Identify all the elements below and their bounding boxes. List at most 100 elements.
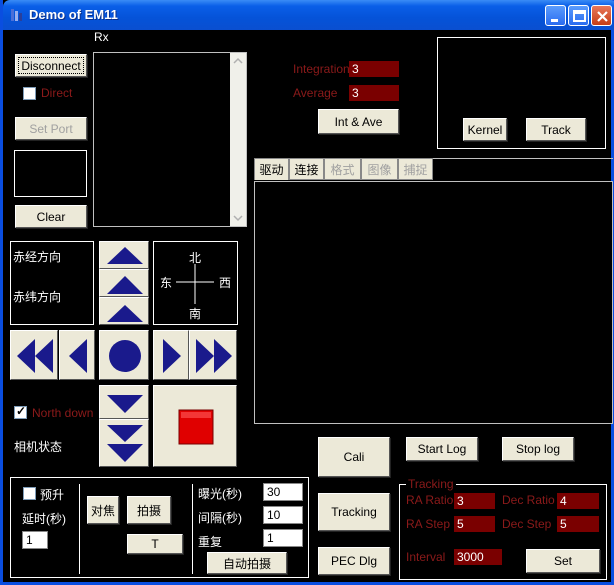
average-field[interactable]: 3 <box>349 85 399 101</box>
t-button[interactable]: T <box>127 534 183 554</box>
minimize-button[interactable] <box>545 5 566 26</box>
camera-status-label: 相机状态 <box>14 440 63 454</box>
integration-label: Integration <box>293 62 350 76</box>
direct-checkbox[interactable] <box>23 87 36 100</box>
dec-step-field[interactable]: 5 <box>557 516 599 532</box>
disconnect-button[interactable]: Disconnect <box>15 54 87 77</box>
pec-dlg-button[interactable]: PEC Dlg <box>318 547 390 575</box>
maximize-button[interactable] <box>568 5 589 26</box>
tab-capture[interactable]: 捕捉 <box>398 158 433 180</box>
tracking-groupbox: Tracking RA Ratio 3 Dec Ratio 4 RA Step … <box>399 477 607 580</box>
repeat-label: 重复 <box>198 535 223 549</box>
capture-divider-1 <box>79 484 80 574</box>
arrow-up-icon <box>107 247 143 264</box>
double-arrow-down-icon <box>107 425 143 462</box>
scroll-down-icon <box>233 215 243 222</box>
tab-connect[interactable]: 连接 <box>289 158 324 180</box>
minimize-icon <box>551 19 558 22</box>
right-fast-button[interactable] <box>189 330 237 380</box>
exposure-field[interactable]: 30 <box>263 483 303 501</box>
left-button[interactable] <box>59 330 95 380</box>
up-step-button[interactable] <box>99 297 149 325</box>
up-button[interactable] <box>99 241 149 269</box>
tracking-group-label: Tracking <box>406 477 456 491</box>
cali-button[interactable]: Cali <box>318 437 390 477</box>
rx-scrollbar[interactable] <box>230 53 246 226</box>
dec-step-label: Dec Step <box>502 517 552 531</box>
ra-ratio-label: RA Ratio <box>406 493 454 507</box>
tracking-button[interactable]: Tracking <box>318 493 390 531</box>
arrow-up-icon <box>107 305 143 322</box>
ra-step-field[interactable]: 5 <box>454 516 495 532</box>
up-fast-button[interactable] <box>99 269 149 297</box>
set-port-button[interactable]: Set Port <box>15 117 87 140</box>
preheat-label: 预升 <box>40 488 65 502</box>
interval-field[interactable]: 10 <box>263 506 303 524</box>
clear-button[interactable]: Clear <box>15 205 87 228</box>
start-log-button[interactable]: Start Log <box>406 437 478 461</box>
north-down-label: North down <box>32 406 94 420</box>
interval-tracking-field[interactable]: 3000 <box>454 549 502 565</box>
arrow-down-icon <box>107 395 143 413</box>
delay-field[interactable]: 1 <box>22 531 48 549</box>
capture-panel: 预升 延时(秒) 1 对焦 拍摄 T 曝光(秒) 30 间隔(秒) 10 重复 … <box>10 477 309 578</box>
arrow-left-icon <box>69 339 87 373</box>
preheat-checkbox[interactable] <box>23 487 36 500</box>
close-button[interactable] <box>591 5 612 26</box>
tab-format[interactable]: 格式 <box>324 158 361 180</box>
circle-icon <box>109 340 141 372</box>
direction-display: 赤经方向 赤纬方向 <box>10 241 94 325</box>
interval-label: 间隔(秒) <box>198 511 242 525</box>
exposure-label: 曝光(秒) <box>198 487 242 501</box>
integration-field[interactable]: 3 <box>349 61 399 77</box>
down-fast-button[interactable] <box>99 419 149 467</box>
compass-cross-icon <box>176 264 214 304</box>
scroll-up-icon <box>233 57 243 64</box>
dec-ratio-field[interactable]: 4 <box>557 493 599 509</box>
set-button[interactable]: Set <box>526 549 600 573</box>
main-window: Demo of EM11 Rx Disconnect Direct Set Po… <box>0 0 614 585</box>
double-arrow-right-icon <box>196 339 232 373</box>
rx-label: Rx <box>94 30 109 44</box>
capture-divider-2 <box>192 484 193 574</box>
tab-image[interactable]: 图像 <box>361 158 398 180</box>
close-icon <box>597 11 608 22</box>
kernel-button[interactable]: Kernel <box>463 118 507 141</box>
compass-display: 北 东 西 南 <box>153 241 238 325</box>
rx-textbox[interactable] <box>93 52 247 227</box>
direct-label: Direct <box>41 86 73 100</box>
stop-button[interactable] <box>153 385 237 467</box>
maximize-icon <box>573 10 586 22</box>
double-arrow-left-icon <box>17 339 53 373</box>
down-button[interactable] <box>99 385 149 419</box>
stop-icon <box>178 409 214 445</box>
focus-button[interactable]: 对焦 <box>87 496 119 524</box>
average-label: Average <box>293 86 338 100</box>
repeat-field[interactable]: 1 <box>263 529 303 547</box>
track-button[interactable]: Track <box>526 118 586 141</box>
shoot-button[interactable]: 拍摄 <box>127 496 171 524</box>
ra-direction-label: 赤经方向 <box>13 250 62 264</box>
tab-content-panel <box>254 181 613 424</box>
ra-step-label: RA Step <box>406 517 451 531</box>
dec-direction-label: 赤纬方向 <box>13 290 62 304</box>
arrow-right-icon <box>163 339 181 373</box>
status-display <box>14 150 87 197</box>
int-ave-button[interactable]: Int & Ave <box>318 109 399 134</box>
tab-drive[interactable]: 驱动 <box>254 158 289 180</box>
tab-strip-line <box>433 158 613 159</box>
delay-label: 延时(秒) <box>22 512 66 526</box>
center-button[interactable] <box>99 330 149 380</box>
auto-shoot-button[interactable]: 自动拍摄 <box>207 552 287 574</box>
window-title: Demo of EM11 <box>29 7 118 22</box>
app-icon <box>11 9 22 21</box>
right-button[interactable] <box>153 330 189 380</box>
tracker-panel: Kernel Track <box>437 37 606 149</box>
ra-ratio-field[interactable]: 3 <box>454 493 495 509</box>
left-fast-button[interactable] <box>10 330 58 380</box>
dec-ratio-label: Dec Ratio <box>502 493 555 507</box>
title-bar[interactable]: Demo of EM11 <box>3 0 614 30</box>
stop-log-button[interactable]: Stop log <box>502 437 574 461</box>
interval-tracking-label: Interval <box>406 550 446 564</box>
north-down-checkbox[interactable] <box>14 404 27 419</box>
